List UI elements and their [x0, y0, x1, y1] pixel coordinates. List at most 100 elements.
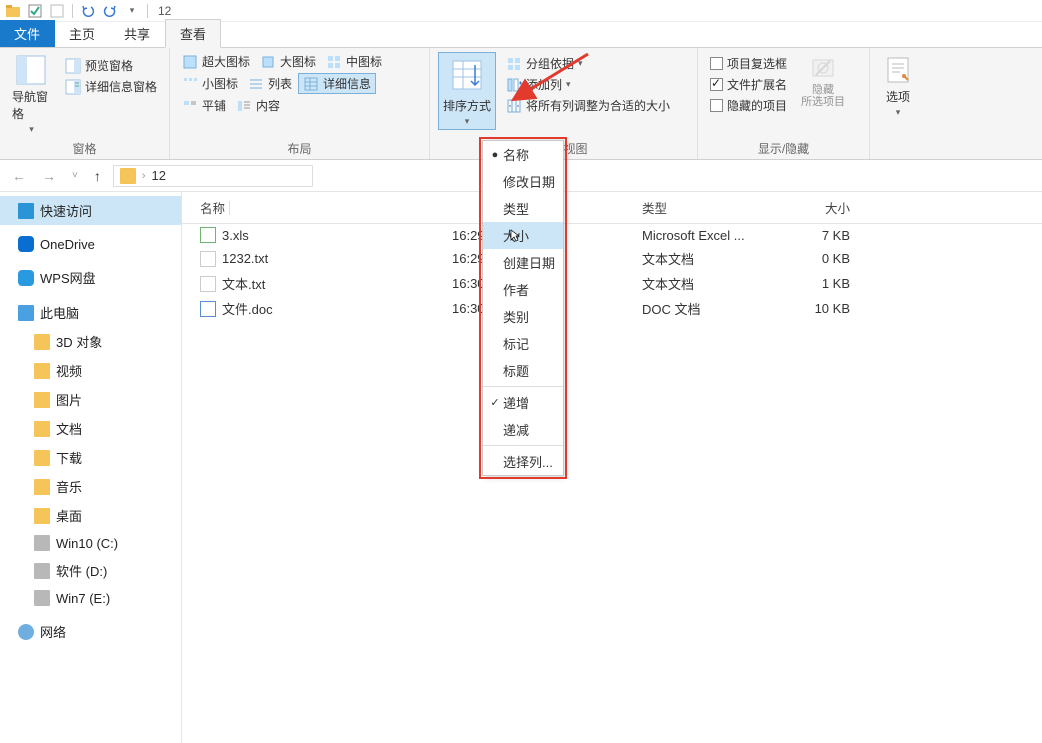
xls-file-icon [200, 227, 216, 243]
file-row[interactable]: 文本.txt 16:30 文本文档 1 KB [182, 271, 1042, 296]
sort-by-label: 排序方式 [443, 97, 491, 114]
properties-icon[interactable] [48, 2, 66, 20]
sort-by-title[interactable]: 标题 [483, 357, 563, 384]
details-pane-button[interactable]: 详细信息窗格 [61, 77, 161, 96]
separator [147, 4, 148, 18]
sidebar-desktop[interactable]: 桌面 [0, 501, 181, 530]
sidebar-onedrive[interactable]: OneDrive [0, 231, 181, 257]
checkbox-icon [710, 57, 723, 70]
showhide-group-label: 显示/隐藏 [706, 138, 861, 157]
file-extensions-toggle[interactable]: 文件扩展名 [706, 75, 791, 94]
sort-by-author[interactable]: 作者 [483, 276, 563, 303]
breadcrumb[interactable]: 12 [152, 168, 166, 183]
folder-icon [34, 508, 50, 524]
txt-file-icon [200, 276, 216, 292]
sidebar-downloads[interactable]: 下载 [0, 443, 181, 472]
sort-by-button[interactable]: 排序方式 ▾ [438, 52, 496, 130]
sidebar-pictures[interactable]: 图片 [0, 385, 181, 414]
layout-list[interactable]: 列表 [244, 73, 296, 94]
drive-icon [34, 590, 50, 606]
nav-sidebar: 快速访问 OneDrive WPS网盘 此电脑 3D 对象 视频 图片 文档 下… [0, 192, 182, 743]
tab-file[interactable]: 文件 [0, 20, 55, 47]
sort-by-menu: ●名称 修改日期 类型 大小 创建日期 作者 类别 标记 标题 ✓递增 递减 选… [482, 140, 564, 476]
sidebar-3d-objects[interactable]: 3D 对象 [0, 327, 181, 356]
tab-share[interactable]: 共享 [110, 20, 165, 47]
network-icon [18, 624, 34, 640]
back-button[interactable]: ← [8, 166, 30, 186]
choose-columns[interactable]: 选择列... [483, 448, 563, 475]
details-pane-label: 详细信息窗格 [85, 78, 157, 95]
nav-pane-label: 导航窗格 [12, 88, 51, 122]
options-button[interactable]: 选项 ▾ [875, 52, 921, 120]
layout-extra-large[interactable]: 超大图标 [178, 52, 254, 71]
onedrive-icon [18, 236, 34, 252]
layout-tiles[interactable]: 平铺 [178, 96, 230, 115]
ribbon-tabs: 文件 主页 共享 查看 [0, 22, 1042, 48]
nav-pane-button[interactable]: 导航窗格 ▾ [8, 52, 55, 137]
ribbon-group-panes: 导航窗格 ▾ 预览窗格 详细信息窗格 窗格 [0, 48, 170, 159]
folder-icon [34, 363, 50, 379]
up-button[interactable]: ↑ [90, 166, 105, 186]
cursor-icon [509, 229, 521, 243]
sidebar-music[interactable]: 音乐 [0, 472, 181, 501]
sidebar-videos[interactable]: 视频 [0, 356, 181, 385]
panes-group-label: 窗格 [8, 138, 161, 157]
ribbon-group-options: 选项 ▾ [870, 48, 926, 159]
address-bar[interactable]: › 12 [113, 165, 313, 187]
file-row[interactable]: 1232.txt 16:29 文本文档 0 KB [182, 246, 1042, 271]
sort-ascending[interactable]: ✓递增 [483, 389, 563, 416]
chevron-right-icon: › [142, 170, 146, 182]
sort-by-date-modified[interactable]: 修改日期 [483, 168, 563, 195]
sidebar-drive-e[interactable]: Win7 (E:) [0, 585, 181, 611]
forward-button[interactable]: → [38, 166, 60, 186]
ribbon-group-showhide: 项目复选框 文件扩展名 隐藏的项目 隐藏 所选项目 显示/隐藏 [698, 48, 870, 159]
add-columns-button[interactable]: 添加列 [502, 75, 674, 94]
layout-small[interactable]: 小图标 [178, 73, 242, 94]
tab-home[interactable]: 主页 [55, 20, 110, 47]
file-row[interactable]: 文件.doc 16:30 DOC 文档 10 KB [182, 296, 1042, 321]
sidebar-this-pc[interactable]: 此电脑 [0, 298, 181, 327]
sort-by-tags[interactable]: 标记 [483, 330, 563, 357]
sidebar-drive-d[interactable]: 软件 (D:) [0, 556, 181, 585]
layout-content[interactable]: 内容 [232, 96, 284, 115]
sidebar-quick-access[interactable]: 快速访问 [0, 196, 181, 225]
sort-by-type[interactable]: 类型 [483, 195, 563, 222]
file-list: 名称 类型 大小 3.xls 16:29 Microsoft Excel ...… [182, 192, 1042, 743]
star-icon [18, 203, 34, 219]
dropdown-icon[interactable]: ▾ [123, 2, 141, 20]
checkbox-checked-icon [710, 78, 723, 91]
undo-icon[interactable] [79, 2, 97, 20]
layout-medium[interactable]: 中图标 [322, 52, 386, 71]
drive-icon [34, 563, 50, 579]
col-size-header[interactable]: 大小 [782, 198, 862, 217]
sidebar-drive-c[interactable]: Win10 (C:) [0, 530, 181, 556]
pc-icon [18, 305, 34, 321]
sort-by-category[interactable]: 类别 [483, 303, 563, 330]
file-row[interactable]: 3.xls 16:29 Microsoft Excel ... 7 KB [182, 224, 1042, 246]
layout-large[interactable]: 大图标 [256, 52, 320, 71]
hidden-items-toggle[interactable]: 隐藏的项目 [706, 96, 791, 115]
menu-separator [483, 386, 563, 387]
sort-by-date-created[interactable]: 创建日期 [483, 249, 563, 276]
size-all-columns-button[interactable]: 将所有列调整为合适的大小 [502, 96, 674, 115]
window-title: 12 [158, 4, 171, 18]
layout-details[interactable]: 详细信息 [298, 73, 376, 94]
item-checkboxes-toggle[interactable]: 项目复选框 [706, 54, 791, 73]
sort-by-name[interactable]: ●名称 [483, 141, 563, 168]
sort-by-size[interactable]: 大小 [483, 222, 563, 249]
hide-selected-button[interactable]: 隐藏 所选项目 [797, 52, 849, 115]
col-name-header[interactable]: 名称 [182, 198, 452, 217]
checkbox-icon[interactable] [26, 2, 44, 20]
menu-separator [483, 445, 563, 446]
redo-icon[interactable] [101, 2, 119, 20]
group-by-button[interactable]: 分组依据 [502, 54, 674, 73]
sidebar-network[interactable]: 网络 [0, 617, 181, 646]
folder-icon [34, 479, 50, 495]
preview-pane-button[interactable]: 预览窗格 [61, 56, 161, 75]
recent-dropdown[interactable]: ˅ [68, 168, 82, 183]
sidebar-documents[interactable]: 文档 [0, 414, 181, 443]
tab-view[interactable]: 查看 [165, 19, 221, 48]
col-type-header[interactable]: 类型 [642, 198, 782, 217]
sidebar-wps[interactable]: WPS网盘 [0, 263, 181, 292]
sort-descending[interactable]: 递减 [483, 416, 563, 443]
